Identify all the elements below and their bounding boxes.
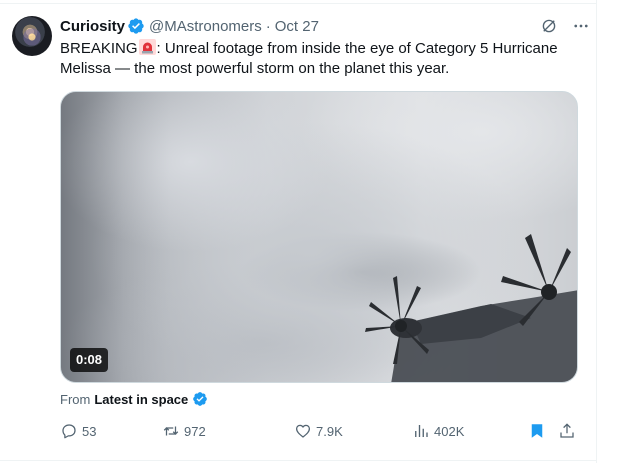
reply-button[interactable]: 53 — [60, 419, 96, 443]
source-attribution: From Latest in space — [60, 390, 208, 408]
verified-badge-icon — [193, 392, 208, 406]
repost-icon — [163, 426, 179, 436]
rotating-light-emoji-icon — [138, 39, 156, 55]
share-icon — [560, 423, 574, 438]
column-divider — [596, 0, 597, 463]
tweet-actions: 53 972 7.9K 402K — [56, 419, 586, 443]
repost-count: 972 — [184, 423, 206, 439]
share-button[interactable] — [558, 419, 580, 443]
tweet-text-breaking: BREAKING — [60, 40, 138, 57]
verified-badge-icon — [128, 18, 144, 34]
video-duration: 0:08 — [70, 348, 109, 372]
tweet-text: BREAKING : Unreal footage from inside th… — [60, 39, 580, 79]
author-avatar[interactable] — [12, 16, 52, 56]
tweet-date[interactable]: Oct 27 — [275, 18, 319, 35]
bookmark-icon — [531, 424, 543, 438]
like-count: 7.9K — [316, 423, 343, 439]
author-handle[interactable]: @MAstronomers — [149, 18, 262, 35]
header-actions — [540, 16, 590, 36]
reply-count: 53 — [82, 423, 97, 439]
separator-dot: · — [265, 17, 271, 35]
views-count: 402K — [434, 423, 465, 439]
views-icon — [415, 425, 428, 437]
heart-icon — [295, 424, 311, 438]
video-frame — [61, 92, 577, 382]
top-divider — [0, 3, 596, 4]
bottom-divider — [0, 460, 596, 461]
grok-icon[interactable] — [540, 17, 558, 35]
repost-button[interactable]: 972 — [162, 419, 206, 443]
bookmark-button[interactable] — [528, 419, 550, 443]
source-name[interactable]: Latest in space — [94, 392, 188, 407]
reply-icon — [62, 424, 76, 439]
author-name[interactable]: Curiosity — [60, 18, 125, 35]
more-icon[interactable] — [572, 17, 590, 35]
source-prefix: From — [60, 391, 91, 407]
like-button[interactable]: 7.9K — [294, 419, 343, 443]
tweet-header: Curiosity @MAstronomers · Oct 27 — [60, 16, 319, 36]
views-button[interactable]: 402K — [412, 419, 464, 443]
video-player[interactable] — [60, 91, 578, 383]
